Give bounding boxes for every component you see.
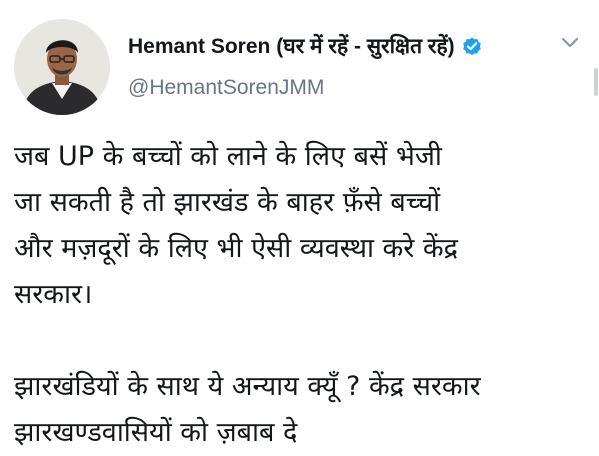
author-name-row[interactable]: Hemant Soren (घर में रहें - सुरक्षित रहे…	[128, 32, 483, 60]
tweet-card: Hemant Soren (घर में रहें - सुरक्षित रहे…	[0, 0, 599, 448]
author-handle[interactable]: @HemantSorenJMM	[128, 76, 324, 100]
avatar[interactable]	[14, 19, 110, 115]
tweet-line: जब UP के बच्चों को लाने के लिए बसें भेजी	[14, 141, 442, 172]
avatar-image	[14, 19, 110, 115]
verified-badge-icon	[462, 37, 481, 56]
author-name[interactable]: Hemant Soren (घर में रहें - सुरक्षित रहे…	[128, 32, 455, 60]
scrollbar[interactable]	[594, 68, 598, 96]
tweet-line: और मज़दूरों के लिए भी ऐसी व्यवस्था करे क…	[14, 233, 458, 264]
tweet-line: जा सकती है तो झारखंड के बाहर फ़ँसे बच्चो…	[14, 187, 441, 218]
chevron-down-icon[interactable]	[560, 36, 580, 50]
tweet-line: सरकार।	[14, 279, 93, 310]
tweet-line: झारखण्डवासियों को ज़बाब दे	[14, 417, 298, 448]
tweet-text: जब UP के बच्चों को लाने के लिए बसें भेजी…	[14, 134, 586, 456]
tweet-line: झारखंडियों के साथ ये अन्याय क्यूँ ? केंद…	[14, 371, 481, 402]
